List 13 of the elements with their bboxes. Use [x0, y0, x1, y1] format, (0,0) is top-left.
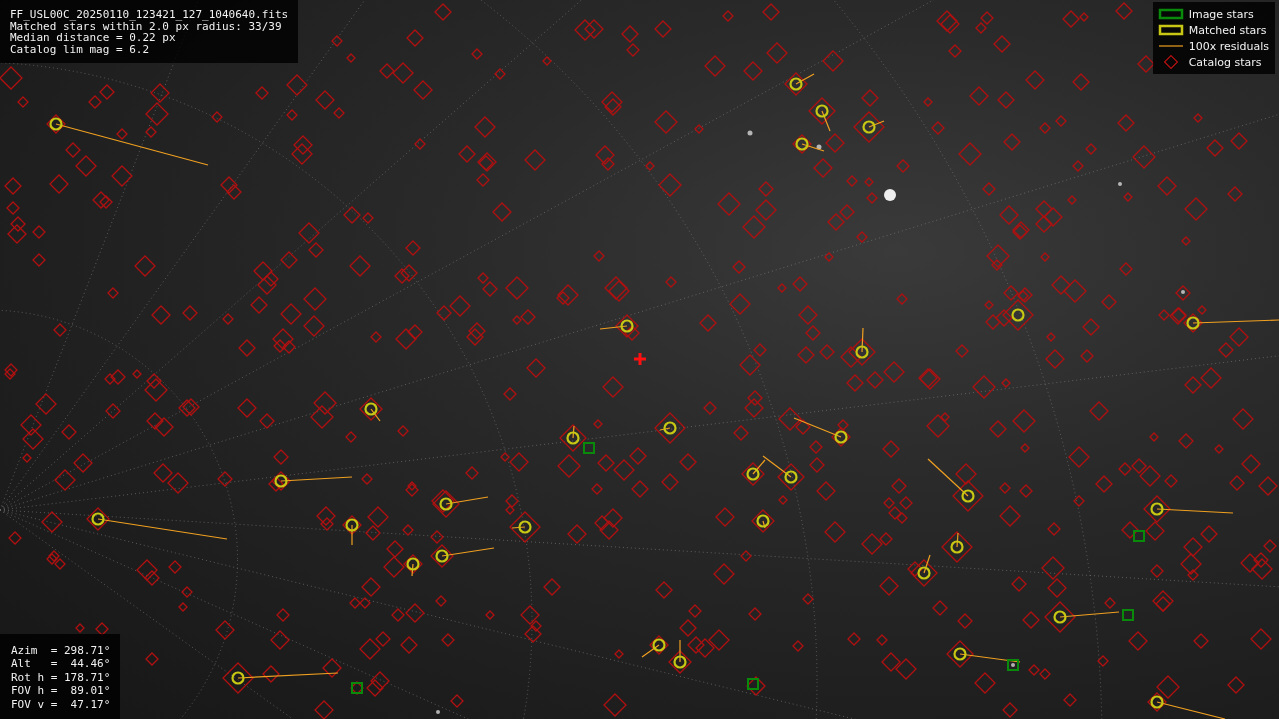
info-text: Rot h = 178.71°	[11, 670, 111, 684]
info-text: Matched stars within 2.0 px radius: 33/39	[10, 20, 282, 32]
info-text: FOV v = 47.17°	[11, 697, 111, 711]
info-text: FF_USL00C_20250110_123421_127_1040640.fits	[10, 9, 289, 21]
legend-label: 100x residuals	[1188, 39, 1269, 53]
legend-label: Catalog stars	[1188, 55, 1262, 69]
legend-label: Matched stars	[1188, 23, 1267, 37]
info-text: FOV h = 89.01°	[11, 684, 111, 698]
info-text: Azim = 298.71°	[11, 643, 111, 657]
info-text: Catalog lim mag = 6.2	[10, 43, 150, 55]
info-text: Alt = 44.46°	[11, 657, 111, 671]
legend-label: Image stars	[1188, 7, 1254, 21]
info-text: Median distance = 0.22 px	[10, 32, 176, 44]
